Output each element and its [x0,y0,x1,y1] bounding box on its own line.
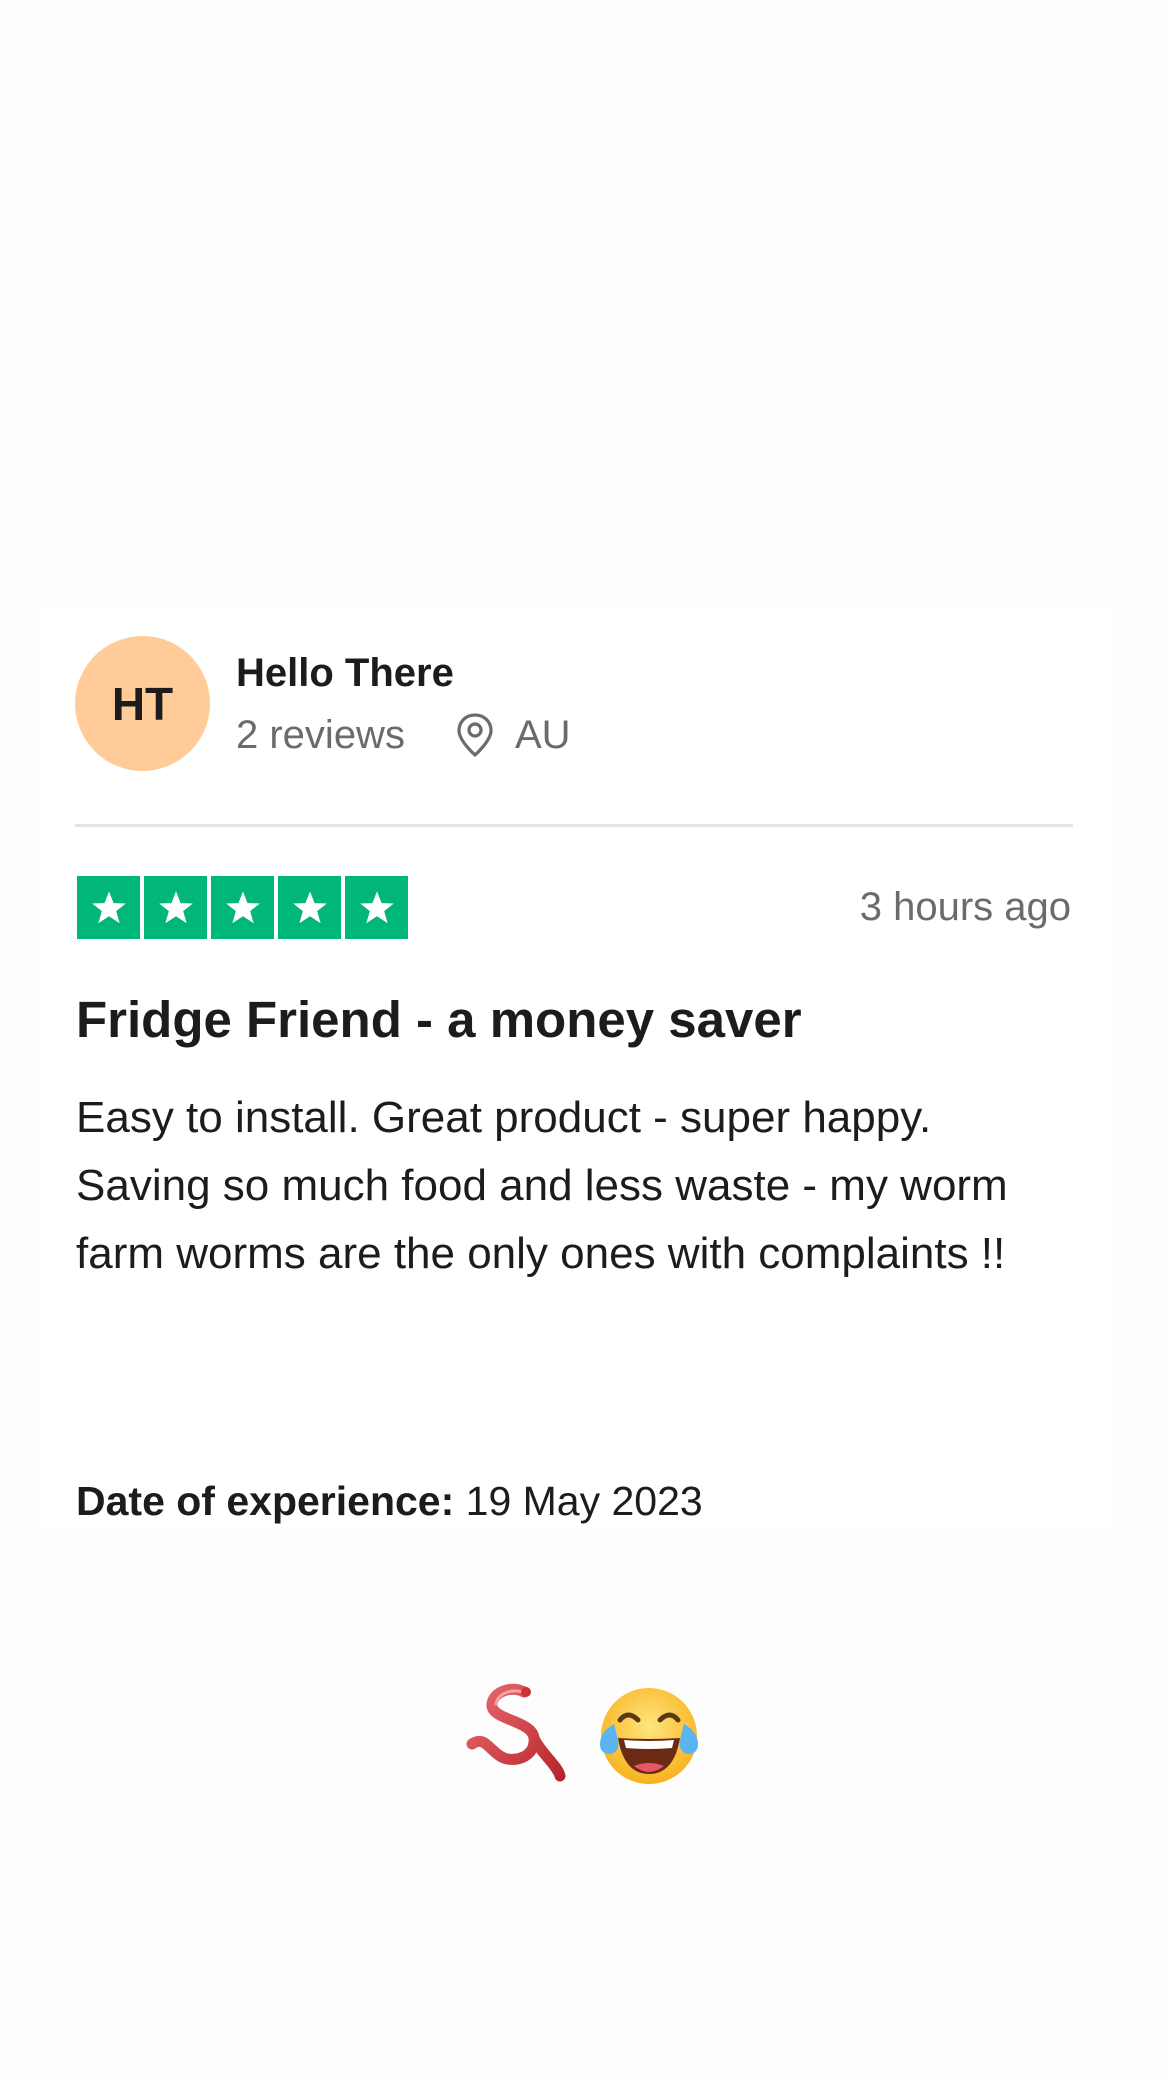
date-of-experience-value: 19 May 2023 [465,1478,703,1524]
worm-emoji [462,1680,572,1790]
face-with-tears-of-joy-emoji [594,1680,704,1790]
reviewer-meta: 2 reviews AU [236,711,571,759]
review-title[interactable]: Fridge Friend - a money saver [76,990,802,1050]
review-card: HT Hello There 2 reviews AU 3 hours ago … [40,608,1110,1530]
review-body-paragraph: Easy to install. Great product - super h… [76,1093,932,1142]
review-time: 3 hours ago [859,885,1071,929]
divider [75,824,1073,827]
location-pin-icon [455,712,495,758]
star-icon [345,876,408,939]
review-body: Easy to install. Great product - super h… [76,1084,1076,1288]
review-body-paragraph: Saving so much food and less waste - my … [76,1161,1008,1278]
avatar[interactable]: HT [75,636,210,771]
reviewer-info: Hello There 2 reviews AU [236,649,571,759]
star-icon [211,876,274,939]
reviewer-header[interactable]: HT Hello There 2 reviews AU [75,636,571,771]
date-of-experience-label: Date of experience: [76,1478,455,1524]
star-icon [77,876,140,939]
date-of-experience: Date of experience: 19 May 2023 [76,1476,703,1526]
reviewer-name[interactable]: Hello There [236,649,571,697]
star-rating [77,876,412,939]
star-icon [144,876,207,939]
reviewer-country: AU [514,712,571,757]
star-icon [278,876,341,939]
avatar-initials: HT [111,677,174,730]
review-count: 2 reviews [236,712,405,757]
emoji-row [462,1680,726,1790]
page: HT Hello There 2 reviews AU 3 hours ago … [0,0,1170,2080]
